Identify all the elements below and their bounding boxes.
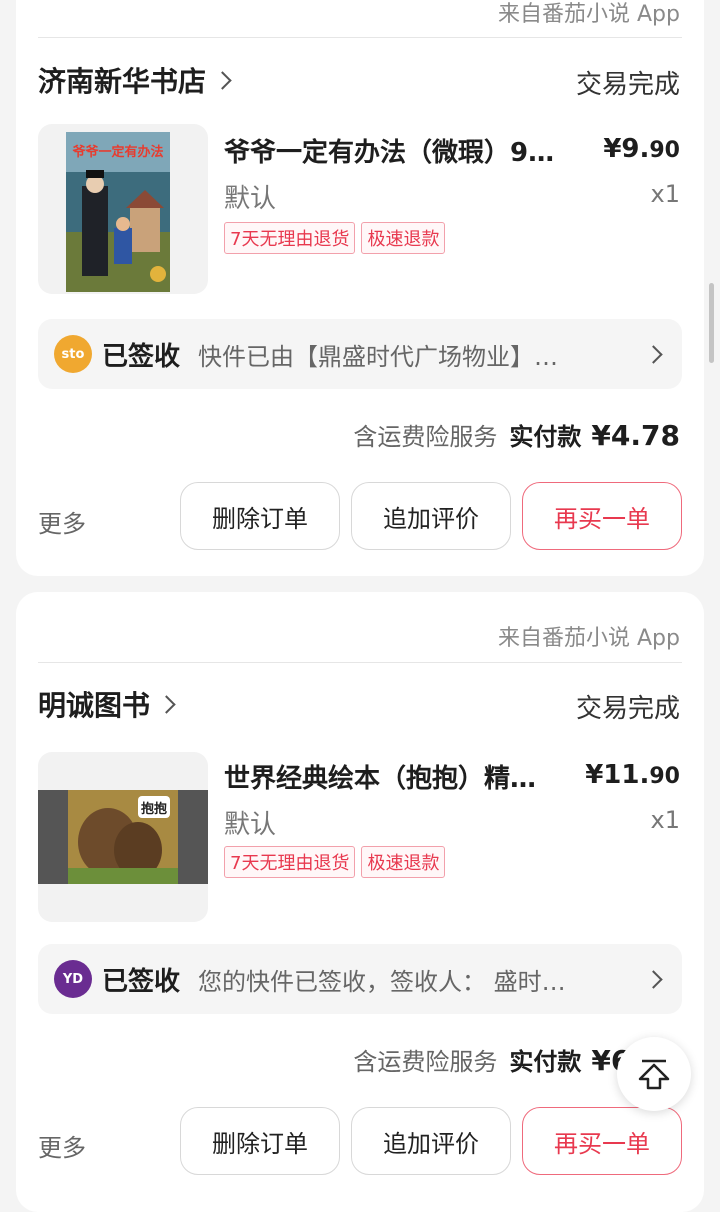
more-button[interactable]: 更多: [38, 504, 86, 539]
delete-order-button[interactable]: 删除订单: [180, 1107, 340, 1175]
svg-text:抱抱: 抱抱: [141, 801, 167, 817]
product-variant: 默认: [224, 184, 277, 214]
product-title[interactable]: 世界经典绘本（抱抱）精…: [224, 758, 569, 795]
service-tags: 7天无理由退货 极速退款: [224, 222, 446, 254]
chevron-right-icon: [644, 344, 663, 364]
order-card[interactable]: 来自番茄小说 App 济南新华书店 交易完成 爷爷一定有办法 爷爷一定有办法（微…: [16, 0, 704, 576]
payment-summary: 含运费险服务 实付款 ¥4.78: [353, 417, 680, 452]
shop-name-link[interactable]: 明诚图书: [38, 684, 176, 724]
product-variant: 默认: [224, 810, 277, 840]
buy-again-button[interactable]: 再买一单: [522, 1107, 682, 1175]
logistics-bar[interactable]: sto 已签收 快件已由【鼎盛时代广场物业】…: [38, 319, 682, 389]
paid-label: 实付款: [509, 1048, 582, 1076]
service-tags: 7天无理由退货 极速退款: [224, 846, 446, 878]
shop-name-link[interactable]: 济南新华书店: [38, 60, 232, 100]
logistics-message: 您的快件已签收，签收人： 盛时…: [198, 967, 566, 996]
price-integer: ¥9.: [603, 134, 650, 164]
logistics-status: 已签收: [102, 341, 181, 372]
product-image[interactable]: 抱抱: [38, 752, 208, 922]
add-review-button[interactable]: 追加评价: [351, 482, 511, 550]
chevron-right-icon: [157, 694, 176, 714]
product-title[interactable]: 爷爷一定有办法（微瑕）9…: [224, 132, 569, 169]
tag-fast-refund: 极速退款: [361, 222, 446, 254]
product-price: ¥9.90: [603, 134, 680, 164]
price-integer: ¥11.: [585, 760, 650, 790]
add-review-button[interactable]: 追加评价: [351, 1107, 511, 1175]
divider: [38, 37, 682, 38]
book-cover-image: 爷爷一定有办法: [66, 132, 170, 292]
more-button[interactable]: 更多: [38, 1128, 86, 1163]
price-decimal: 90: [649, 138, 680, 163]
svg-text:爷爷一定有办法: 爷爷一定有办法: [72, 144, 163, 160]
order-card[interactable]: 来自番茄小说 App 明诚图书 交易完成 抱抱 世界经典绘本（抱抱）精… ¥11…: [16, 592, 704, 1212]
logistics-status: 已签收: [102, 966, 181, 997]
order-status: 交易完成: [575, 70, 680, 100]
product-qty: x1: [650, 806, 680, 834]
shop-name: 明诚图书: [38, 689, 151, 722]
order-source: 来自番茄小说 App: [498, 626, 680, 651]
chevron-right-icon: [644, 969, 663, 989]
product-price: ¥11.90: [585, 760, 680, 790]
logistics-message: 快件已由【鼎盛时代广场物业】…: [198, 342, 559, 371]
shop-name: 济南新华书店: [38, 65, 207, 98]
scrollbar[interactable]: [709, 283, 714, 363]
insurance-service: 含运费险服务: [353, 423, 498, 451]
tag-fast-refund: 极速退款: [361, 846, 446, 878]
back-to-top-button[interactable]: [617, 1037, 691, 1111]
order-status: 交易完成: [575, 694, 680, 724]
paid-label: 实付款: [509, 423, 582, 451]
delete-order-button[interactable]: 删除订单: [180, 482, 340, 550]
sto-express-logo-icon: sto: [54, 335, 92, 373]
arrow-up-icon: [638, 1059, 670, 1090]
book-cover-image: 抱抱: [38, 790, 208, 884]
yunda-express-logo-icon: YD: [54, 960, 92, 998]
tag-7day-return: 7天无理由退货: [224, 222, 356, 254]
logistics-bar[interactable]: YD 已签收 您的快件已签收，签收人： 盛时…: [38, 944, 682, 1014]
tag-7day-return: 7天无理由退货: [224, 846, 356, 878]
order-source: 来自番茄小说 App: [498, 2, 680, 27]
price-decimal: 90: [649, 764, 680, 789]
insurance-service: 含运费险服务: [353, 1048, 498, 1076]
product-image[interactable]: 爷爷一定有办法: [38, 124, 208, 294]
buy-again-button[interactable]: 再买一单: [522, 482, 682, 550]
divider: [38, 662, 682, 663]
paid-amount: ¥4.78: [591, 419, 680, 452]
product-qty: x1: [650, 180, 680, 208]
chevron-right-icon: [213, 70, 232, 90]
